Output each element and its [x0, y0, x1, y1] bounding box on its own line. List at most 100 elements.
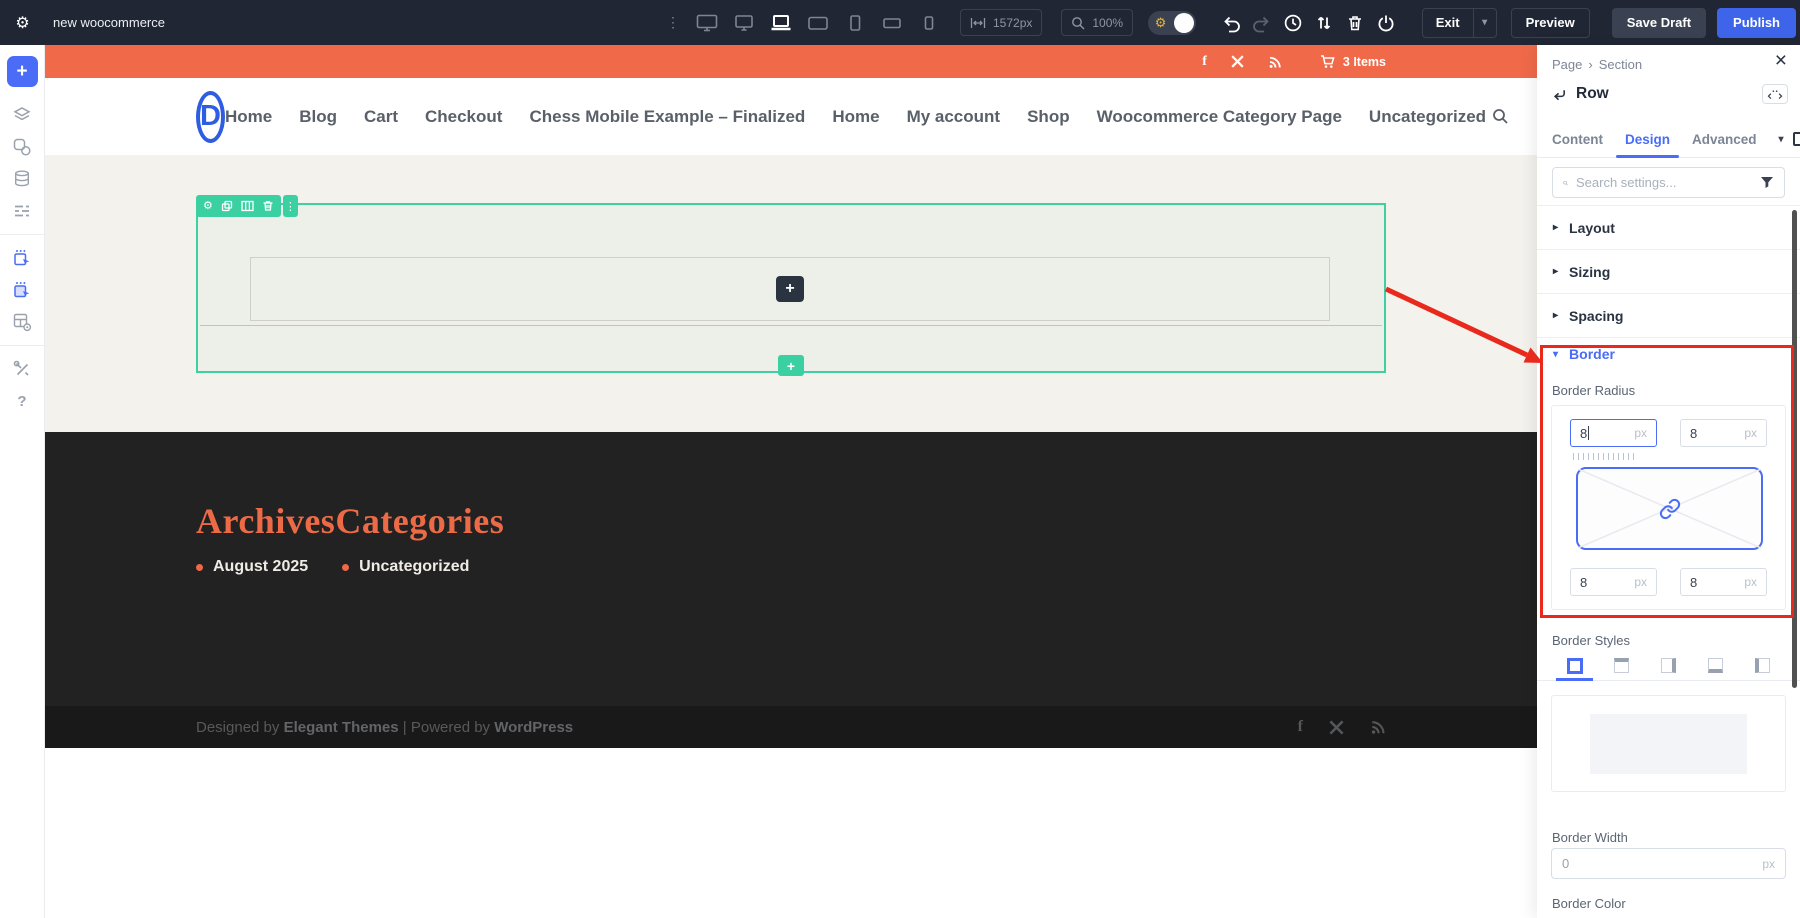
- accordion-sizing[interactable]: ▸ Sizing: [1537, 250, 1800, 294]
- border-all-icon: [1567, 658, 1583, 674]
- nav-link[interactable]: My account: [907, 107, 1001, 127]
- site-search-icon[interactable]: [1492, 108, 1509, 125]
- x-social-icon[interactable]: [1231, 55, 1244, 68]
- builder-theme-toggle[interactable]: ⚙: [1148, 11, 1196, 35]
- panel-scrollbar[interactable]: [1792, 210, 1797, 688]
- accordion-spacing[interactable]: ▸ Spacing: [1537, 294, 1800, 338]
- add-module-button[interactable]: +: [7, 56, 38, 87]
- portability-icon[interactable]: [1371, 0, 1402, 45]
- wordpress-link[interactable]: WordPress: [494, 719, 573, 736]
- nav-link[interactable]: Shop: [1027, 107, 1070, 127]
- footer-archive-link[interactable]: August 2025: [196, 558, 308, 576]
- phone-portrait-view-icon[interactable]: [917, 14, 941, 32]
- radius-top-left-input[interactable]: 8 px: [1570, 419, 1657, 447]
- select-element-icon[interactable]: [10, 246, 34, 270]
- nav-link[interactable]: Home: [832, 107, 879, 127]
- add-row-button[interactable]: +: [778, 355, 804, 376]
- nav-link[interactable]: Woocommerce Category Page: [1097, 107, 1342, 127]
- nav-link[interactable]: Home: [225, 107, 272, 127]
- x-social-icon[interactable]: [1329, 720, 1344, 735]
- facebook-icon[interactable]: f: [1202, 54, 1207, 70]
- page-title: new woocommerce: [53, 15, 165, 30]
- border-all-sides-tab[interactable]: [1552, 651, 1597, 680]
- close-panel-icon[interactable]: ×: [1775, 49, 1787, 73]
- tab-content[interactable]: Content: [1552, 121, 1603, 157]
- shapes-icon[interactable]: [10, 135, 34, 159]
- phone-landscape-view-icon[interactable]: [880, 14, 904, 32]
- facebook-icon[interactable]: f: [1298, 718, 1303, 736]
- border-top-tab[interactable]: [1599, 651, 1644, 680]
- undo-icon[interactable]: [1216, 0, 1247, 45]
- rss-icon[interactable]: [1268, 55, 1282, 69]
- preview-mode-icon[interactable]: [1793, 132, 1800, 146]
- chevron-right-icon: ▸: [1553, 222, 1558, 233]
- elegant-themes-link[interactable]: Elegant Themes: [284, 719, 399, 736]
- cart-link[interactable]: 3 Items: [1320, 54, 1386, 69]
- save-draft-button[interactable]: Save Draft: [1612, 8, 1706, 38]
- row-delete-icon[interactable]: [262, 200, 274, 212]
- settings-search-input[interactable]: [1576, 175, 1752, 190]
- help-icon[interactable]: ?: [10, 389, 34, 413]
- site-logo[interactable]: D: [196, 91, 225, 143]
- row-settings-gear-icon[interactable]: ⚙: [203, 200, 213, 212]
- redo-icon[interactable]: [1247, 0, 1278, 45]
- zoom-level-input[interactable]: 100%: [1061, 9, 1133, 36]
- link-icon: [1659, 498, 1681, 520]
- publish-button[interactable]: Publish: [1717, 8, 1796, 38]
- accordion-border[interactable]: ▾ Border: [1553, 346, 1615, 362]
- tab-advanced[interactable]: Advanced: [1692, 121, 1757, 157]
- field-list-icon[interactable]: [10, 199, 34, 223]
- row-more-options-icon[interactable]: ⋮: [283, 195, 298, 217]
- link-radius-values-toggle[interactable]: [1576, 467, 1763, 550]
- builder-settings-gear-icon[interactable]: ⚙: [0, 13, 45, 33]
- border-preview-swatch: [1590, 714, 1747, 774]
- row-duplicate-icon[interactable]: [221, 200, 233, 212]
- database-icon[interactable]: [10, 167, 34, 191]
- tablet-landscape-view-icon[interactable]: [806, 14, 830, 32]
- sort-layers-icon[interactable]: [1309, 0, 1340, 45]
- exit-button[interactable]: Exit ▾: [1422, 8, 1497, 38]
- nav-link[interactable]: Blog: [299, 107, 337, 127]
- nav-link[interactable]: Chess Mobile Example – Finalized: [529, 107, 805, 127]
- back-arrow-icon[interactable]: [1552, 87, 1567, 102]
- select-element-filled-icon[interactable]: [10, 278, 34, 302]
- add-module-to-column-button[interactable]: +: [776, 276, 804, 302]
- row-settings-panel: Page › Section × Row Content Design Adva…: [1537, 45, 1800, 918]
- border-right-tab[interactable]: [1646, 651, 1691, 680]
- trash-icon[interactable]: [1340, 0, 1371, 45]
- exit-dropdown-caret-icon[interactable]: ▾: [1473, 9, 1496, 37]
- expand-settings-button[interactable]: [1762, 84, 1788, 104]
- laptop-view-icon[interactable]: [769, 14, 793, 32]
- rss-icon[interactable]: [1370, 719, 1386, 735]
- desktop-xl-view-icon[interactable]: [695, 14, 719, 32]
- radius-top-right-input[interactable]: 8 px: [1680, 419, 1767, 447]
- radius-bottom-right-input[interactable]: 8 px: [1680, 568, 1767, 596]
- settings-accordions: ▸ Layout ▸ Sizing ▸ Spacing: [1537, 205, 1800, 338]
- footer-category-link[interactable]: Uncategorized: [342, 558, 469, 576]
- preview-button[interactable]: Preview: [1511, 8, 1590, 38]
- filter-funnel-icon[interactable]: [1760, 176, 1774, 189]
- tabs-dropdown-caret-icon[interactable]: ▾: [1779, 134, 1784, 145]
- tablet-portrait-view-icon[interactable]: [843, 14, 867, 32]
- breadcrumb-section-link[interactable]: Section: [1599, 57, 1642, 72]
- breadcrumb: Page › Section: [1552, 57, 1642, 72]
- tools-icon[interactable]: [10, 357, 34, 381]
- accordion-layout[interactable]: ▸ Layout: [1537, 206, 1800, 250]
- desktop-view-icon[interactable]: [732, 14, 756, 32]
- more-views-icon[interactable]: ⋮: [666, 14, 680, 31]
- search-icon: [1563, 176, 1568, 190]
- breadcrumb-page-link[interactable]: Page: [1552, 57, 1582, 72]
- tab-design[interactable]: Design: [1625, 121, 1670, 157]
- viewport-width-input[interactable]: 1572px: [960, 9, 1042, 36]
- history-icon[interactable]: [1278, 0, 1309, 45]
- row-columns-icon[interactable]: [241, 200, 254, 212]
- border-bottom-tab[interactable]: [1693, 651, 1738, 680]
- layers-icon[interactable]: [10, 103, 34, 127]
- nav-link[interactable]: Cart: [364, 107, 398, 127]
- nav-link[interactable]: Uncategorized: [1369, 107, 1486, 127]
- border-width-input[interactable]: 0 px: [1551, 848, 1786, 879]
- radius-bottom-left-input[interactable]: 8 px: [1570, 568, 1657, 596]
- table-settings-icon[interactable]: [10, 310, 34, 334]
- nav-link[interactable]: Checkout: [425, 107, 502, 127]
- border-left-tab[interactable]: [1740, 651, 1785, 680]
